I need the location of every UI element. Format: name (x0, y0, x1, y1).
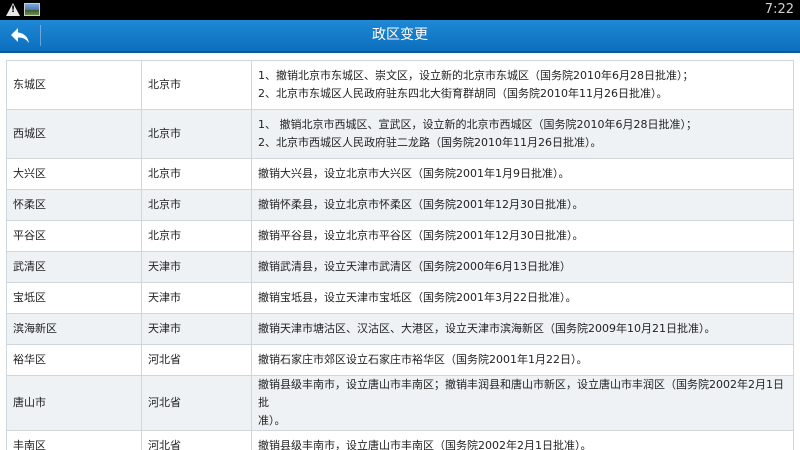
description-line: 1、 撤销北京市西城区、宣武区，设立新的北京市西城区（国务院2010年6月28日… (258, 118, 697, 131)
district-name-cell: 大兴区 (6, 158, 142, 190)
change-description-cell: 撤销石家庄市郊区设立石家庄市裕华区（国务院2001年1月22日）。 (251, 344, 794, 376)
change-description-cell: 撤销宝坻县，设立天津市宝坻区（国务院2001年3月22日批准）。 (251, 282, 794, 314)
change-description-cell: 撤销县级丰南市，设立唐山市丰南区；撤销丰润县和唐山市新区，设立唐山市丰润区（国务… (251, 375, 794, 431)
province-cell: 河北省 (141, 430, 252, 450)
image-notification-icon (24, 3, 40, 16)
district-name-cell: 西城区 (6, 109, 142, 159)
province-cell: 北京市 (141, 189, 252, 221)
table-row[interactable]: 宝坻区 天津市 撤销宝坻县，设立天津市宝坻区（国务院2001年3月22日批准）。 (6, 282, 794, 314)
change-description-cell: 撤销县级丰南市，设立唐山市丰南区（国务院2002年2月1日批准）。 (251, 430, 794, 450)
change-description-cell: 撤销平谷县，设立北京市平谷区（国务院2001年12月30日批准）。 (251, 220, 794, 252)
province-cell: 天津市 (141, 313, 252, 345)
district-name-cell: 东城区 (6, 60, 142, 110)
change-table: 东城区 北京市 1、撤销北京市东城区、崇文区，设立新的北京市东城区（国务院2010年… (6, 60, 794, 450)
district-name-cell: 丰南区 (6, 430, 142, 450)
table-row[interactable]: 东城区 北京市 1、撤销北京市东城区、崇文区，设立新的北京市东城区（国务院2010年… (6, 60, 794, 110)
district-name-cell: 裕华区 (6, 344, 142, 376)
district-name-cell: 唐山市 (6, 375, 142, 431)
table-row[interactable]: 裕华区 河北省 撤销石家庄市郊区设立石家庄市裕华区（国务院2001年1月22日）。 (6, 344, 794, 376)
province-cell: 北京市 (141, 109, 252, 159)
description-line: 准）。 (258, 414, 286, 427)
province-cell: 北京市 (141, 158, 252, 190)
change-description-cell: 撤销天津市塘沽区、汉沽区、大港区，设立天津市滨海新区（国务院2009年10月21… (251, 313, 794, 345)
page-title: 政区变更 (372, 27, 428, 43)
table-row[interactable]: 平谷区 北京市 撤销平谷县，设立北京市平谷区（国务院2001年12月30日批准）。 (6, 220, 794, 252)
description-line: 1、撤销北京市东城区、崇文区，设立新的北京市东城区（国务院2010年6月28日批… (258, 69, 694, 82)
district-name-cell: 宝坻区 (6, 282, 142, 314)
warning-icon (6, 3, 20, 16)
app-bar: 政区变更 (0, 20, 800, 53)
description-line: 撤销大兴县，设立北京市大兴区（国务院2001年1月9日批准）。 (258, 167, 570, 180)
table-row[interactable]: 武清区 天津市 撤销武清县，设立天津市武清区（国务院2000年6月13日批准） (6, 251, 794, 283)
table-row[interactable]: 滨海新区 天津市 撤销天津市塘沽区、汉沽区、大港区，设立天津市滨海新区（国务院200… (6, 313, 794, 345)
description-line: 2、北京市西城区人民政府驻二龙路（国务院2010年11月26日批准）。 (258, 136, 602, 149)
table-row[interactable]: 大兴区 北京市 撤销大兴县，设立北京市大兴区（国务院2001年1月9日批准）。 (6, 158, 794, 190)
description-line: 撤销县级丰南市，设立唐山市丰南区（国务院2002年2月1日批准）。 (258, 439, 592, 450)
description-line: 2、北京市东城区人民政府驻东四北大街育群胡同（国务院2010年11月26日批准）… (258, 87, 668, 100)
province-cell: 北京市 (141, 60, 252, 110)
table-row[interactable]: 丰南区 河北省 撤销县级丰南市，设立唐山市丰南区（国务院2002年2月1日批准）。 (6, 430, 794, 450)
change-description-cell: 撤销怀柔县，设立北京市怀柔区（国务院2001年12月30日批准）。 (251, 189, 794, 221)
description-line: 撤销县级丰南市，设立唐山市丰南区；撤销丰润县和唐山市新区，设立唐山市丰润区（国务… (258, 378, 784, 409)
change-description-cell: 撤销大兴县，设立北京市大兴区（国务院2001年1月9日批准）。 (251, 158, 794, 190)
district-name-cell: 武清区 (6, 251, 142, 283)
change-description-cell: 1、撤销北京市东城区、崇文区，设立新的北京市东城区（国务院2010年6月28日批… (251, 60, 794, 110)
description-line: 撤销武清县，设立天津市武清区（国务院2000年6月13日批准） (258, 260, 571, 273)
province-cell: 北京市 (141, 220, 252, 252)
description-line: 撤销天津市塘沽区、汉沽区、大港区，设立天津市滨海新区（国务院2009年10月21… (258, 322, 716, 335)
change-description-cell: 1、 撤销北京市西城区、宣武区，设立新的北京市西城区（国务院2010年6月28日… (251, 109, 794, 159)
description-line: 撤销石家庄市郊区设立石家庄市裕华区（国务院2001年1月22日）。 (258, 353, 588, 366)
status-bar: 7:22 (0, 0, 800, 20)
district-name-cell: 滨海新区 (6, 313, 142, 345)
change-description-cell: 撤销武清县，设立天津市武清区（国务院2000年6月13日批准） (251, 251, 794, 283)
table-row[interactable]: 唐山市 河北省 撤销县级丰南市，设立唐山市丰南区；撤销丰润县和唐山市新区，设立唐山市… (6, 375, 794, 431)
province-cell: 天津市 (141, 282, 252, 314)
status-clock: 7:22 (764, 2, 794, 17)
province-cell: 河北省 (141, 344, 252, 376)
province-cell: 河北省 (141, 375, 252, 431)
change-list[interactable]: 东城区 北京市 1、撤销北京市东城区、崇文区，设立新的北京市东城区（国务院2010年… (0, 55, 800, 450)
description-line: 撤销宝坻县，设立天津市宝坻区（国务院2001年3月22日批准）。 (258, 291, 577, 304)
description-line: 撤销怀柔县，设立北京市怀柔区（国务院2001年12月30日批准）。 (258, 198, 584, 211)
province-cell: 天津市 (141, 251, 252, 283)
district-name-cell: 怀柔区 (6, 189, 142, 221)
table-row[interactable]: 西城区 北京市 1、 撤销北京市西城区、宣武区，设立新的北京市西城区（国务院2010… (6, 109, 794, 159)
table-row[interactable]: 怀柔区 北京市 撤销怀柔县，设立北京市怀柔区（国务院2001年12月30日批准）。 (6, 189, 794, 221)
district-name-cell: 平谷区 (6, 220, 142, 252)
description-line: 撤销平谷县，设立北京市平谷区（国务院2001年12月30日批准）。 (258, 229, 584, 242)
